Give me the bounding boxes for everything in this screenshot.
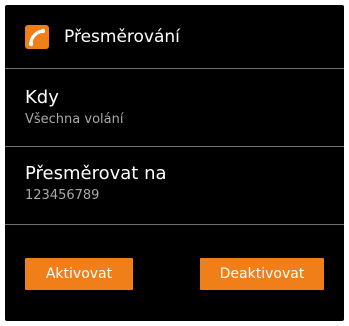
setting-when-value: Všechna volání — [25, 112, 124, 127]
setting-when[interactable]: Kdy Všechna volání — [5, 69, 344, 146]
divider — [5, 224, 344, 225]
page-title: Přesměrování — [64, 27, 180, 47]
setting-forward-to[interactable]: Přesměrovat na 123456789 — [5, 147, 344, 224]
deactivate-button[interactable]: Deaktivovat — [200, 258, 324, 290]
activate-button[interactable]: Aktivovat — [25, 258, 133, 290]
screen: Přesměrování Kdy Všechna volání Přesměro… — [5, 5, 344, 321]
header: Přesměrování — [5, 5, 344, 68]
phone-forward-icon — [25, 25, 49, 49]
setting-forward-to-value: 123456789 — [25, 188, 100, 203]
setting-forward-to-label: Přesměrovat na — [25, 163, 167, 184]
setting-when-label: Kdy — [25, 87, 59, 108]
